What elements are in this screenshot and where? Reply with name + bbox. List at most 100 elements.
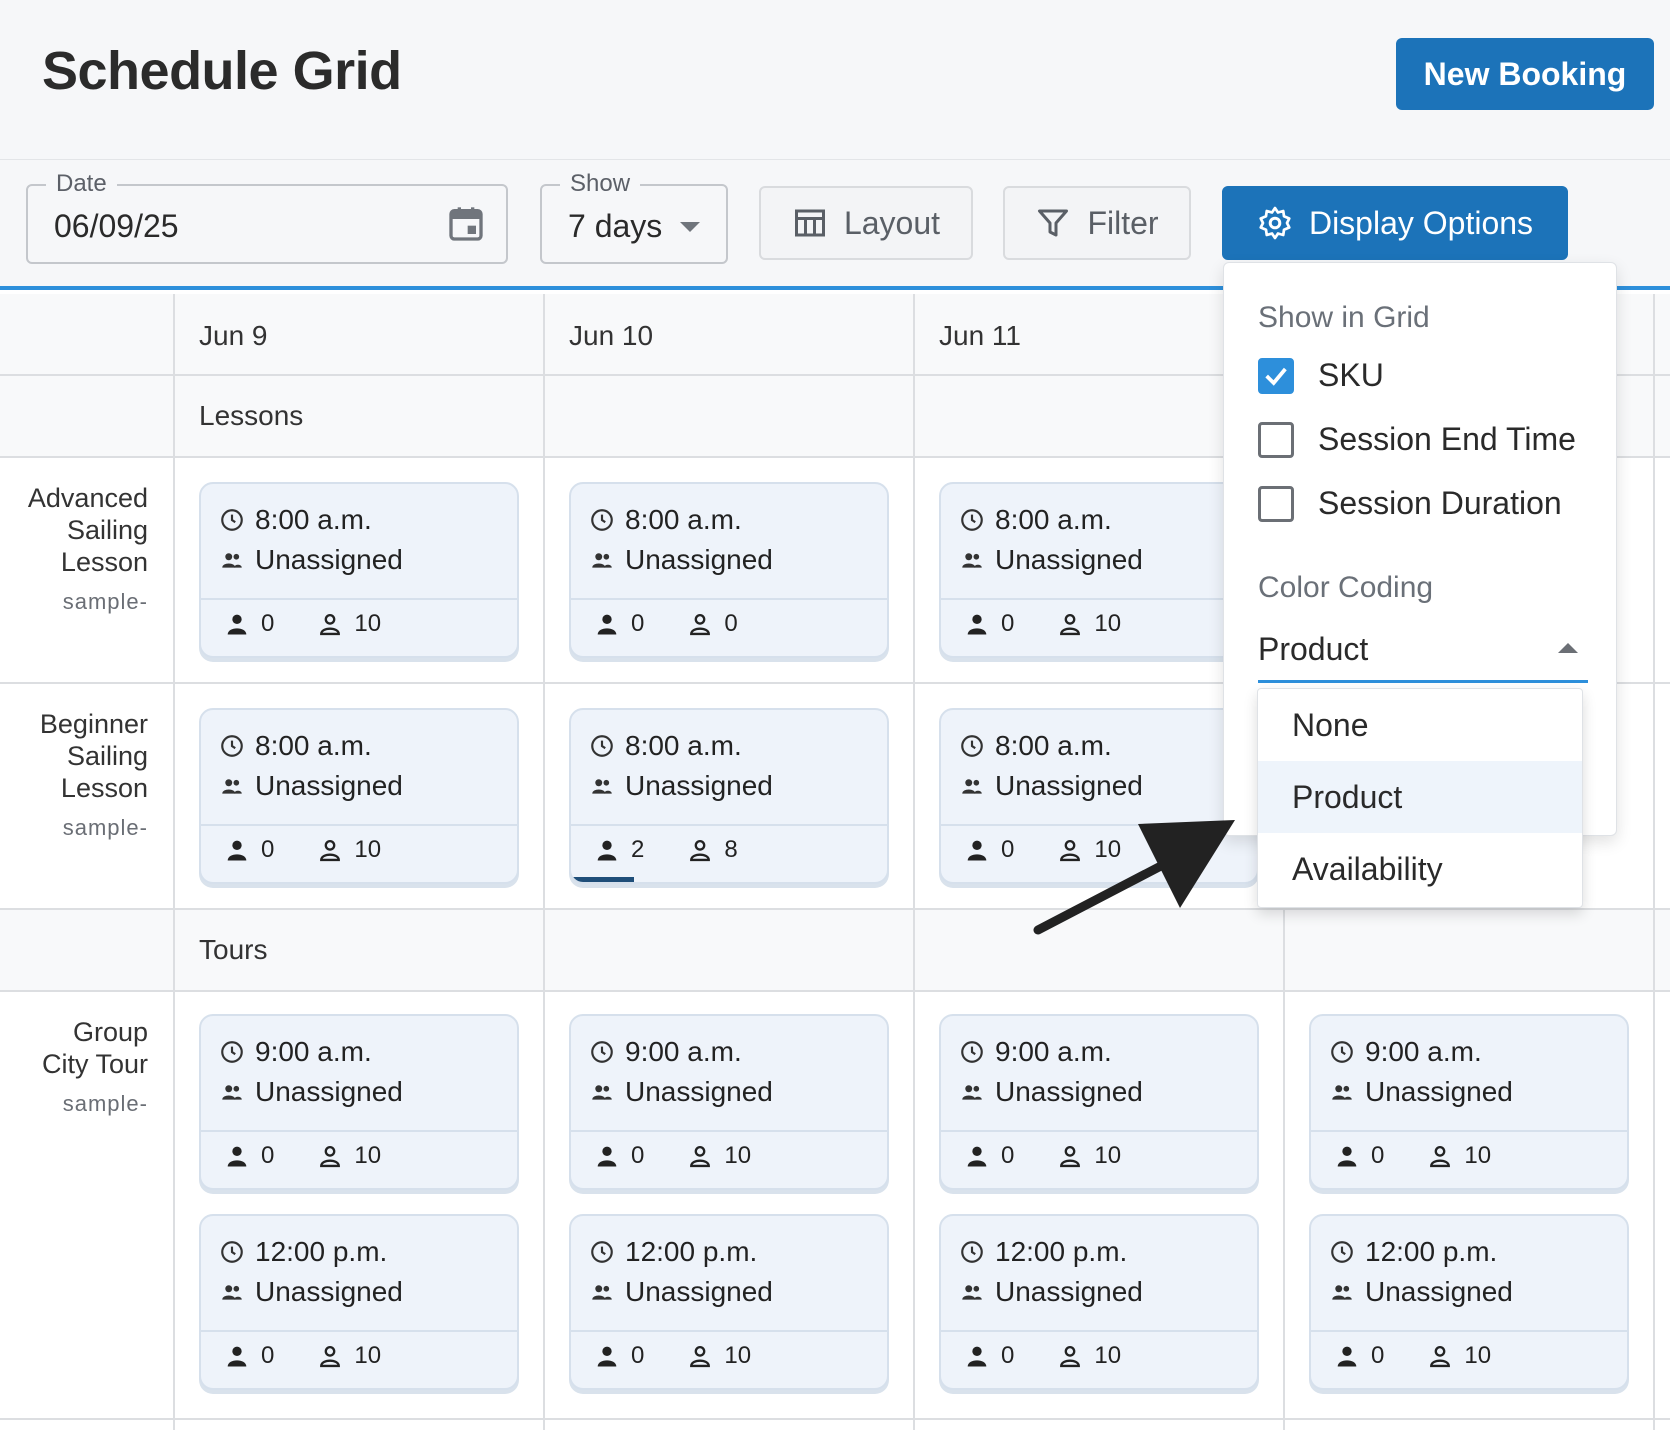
booked-count: 0 [1371, 1142, 1385, 1169]
clock-icon [961, 509, 983, 531]
date-field[interactable]: Date 06/09/25 [26, 170, 508, 264]
session-time: 8:00 a.m. [219, 504, 372, 536]
session-staff-text: Unassigned [1365, 1276, 1513, 1307]
capacity-row: 0 10 [1333, 1342, 1491, 1370]
card-divider [1311, 1330, 1627, 1332]
session-card[interactable]: 12:00 p.m. Unassigned 0 10 [939, 1214, 1259, 1390]
booked-count: 0 [1371, 1342, 1385, 1369]
color-coding-value: Product [1258, 631, 1369, 667]
session-card[interactable]: 9:00 a.m. Unassigned 0 10 [1309, 1014, 1629, 1190]
calendar-icon[interactable] [446, 204, 486, 244]
page-header: Schedule Grid New Booking [0, 0, 1670, 160]
display-options-button[interactable]: Display Options [1222, 186, 1568, 260]
sku-checkbox[interactable]: SKU [1258, 357, 1384, 394]
row-name-line: City Tour [41, 1049, 148, 1079]
group-icon [592, 779, 612, 794]
person-outline-icon [320, 613, 341, 636]
card-divider [201, 1130, 517, 1132]
new-booking-button[interactable]: New Booking [1396, 38, 1654, 110]
chevron-up-icon [1558, 643, 1578, 653]
filter-button[interactable]: Filter [1003, 186, 1191, 260]
session-time-text: 8:00 a.m. [255, 730, 372, 761]
color-coding-select[interactable]: Product [1258, 631, 1588, 683]
card-divider [201, 1330, 517, 1332]
available-count: 10 [724, 1142, 752, 1169]
session-card[interactable]: 8:00 a.m. Unassigned 0 0 [569, 482, 889, 658]
layout-button[interactable]: Layout [759, 186, 973, 260]
session-card[interactable]: 12:00 p.m. Unassigned 0 10 [569, 1214, 889, 1390]
checkbox-checked[interactable] [1258, 357, 1294, 394]
clock-icon [221, 735, 243, 757]
session-time: 8:00 a.m. [959, 730, 1112, 762]
session-end-time-checkbox[interactable]: Session End Time [1258, 421, 1576, 458]
session-staff: Unassigned [219, 770, 403, 802]
session-card[interactable]: 9:00 a.m. Unassigned 0 10 [199, 1014, 519, 1190]
session-card[interactable]: 9:00 a.m. Unassigned 0 10 [569, 1014, 889, 1190]
capacity-row: 0 10 [963, 610, 1121, 638]
checkbox-unchecked[interactable] [1258, 485, 1294, 522]
booked-count: 0 [261, 836, 275, 863]
session-staff-text: Unassigned [625, 544, 773, 575]
session-staff: Unassigned [219, 1276, 403, 1308]
group-row-tours: Tours [0, 910, 1670, 992]
booked-count: 0 [631, 610, 645, 637]
session-staff: Unassigned [589, 770, 773, 802]
capacity-row: 0 10 [963, 1142, 1121, 1170]
grid-line [0, 990, 1670, 992]
capacity-row: 0 10 [223, 610, 381, 638]
option-product[interactable]: Product [1258, 761, 1582, 833]
session-duration-checkbox[interactable]: Session Duration [1258, 485, 1562, 522]
row-label-group-city-tour[interactable]: Group City Tour sample- [0, 1016, 148, 1120]
clock-icon [961, 1041, 983, 1063]
group-label: Lessons [199, 400, 304, 431]
row-label-beginner-sailing[interactable]: Beginner Sailing Lesson sample- [0, 708, 148, 844]
session-time-text: 9:00 a.m. [995, 1036, 1112, 1067]
session-time: 8:00 a.m. [589, 504, 742, 536]
person-outline-icon [1060, 1145, 1081, 1168]
session-staff: Unassigned [1329, 1276, 1513, 1308]
booked-count: 0 [1001, 1142, 1015, 1169]
session-end-time-label: Session End Time [1318, 421, 1576, 457]
booked-count: 0 [261, 610, 275, 637]
card-divider [1311, 1130, 1627, 1132]
session-card[interactable]: 8:00 a.m. Unassigned 0 10 [199, 708, 519, 884]
option-availability[interactable]: Availability [1258, 833, 1582, 905]
session-time-text: 9:00 a.m. [625, 1036, 742, 1067]
group-icon [592, 553, 612, 568]
date-value[interactable]: 06/09/25 [54, 208, 179, 245]
session-time: 12:00 p.m. [959, 1236, 1127, 1268]
session-time: 9:00 a.m. [219, 1036, 372, 1068]
session-staff-text: Unassigned [995, 770, 1143, 801]
session-staff: Unassigned [589, 544, 773, 576]
checkbox-unchecked[interactable] [1258, 421, 1294, 458]
person-outline-icon [690, 1145, 711, 1168]
row-label-advanced-sailing[interactable]: Advanced Sailing Lesson sample- [0, 482, 148, 618]
session-card[interactable]: 8:00 a.m. Unassigned 0 10 [939, 482, 1259, 658]
session-card[interactable]: 12:00 p.m. Unassigned 0 10 [199, 1214, 519, 1390]
session-card[interactable]: 8:00 a.m. Unassigned 2 8 [569, 708, 889, 884]
session-card[interactable]: 12:00 p.m. Unassigned 0 10 [1309, 1214, 1629, 1390]
option-none[interactable]: None [1258, 689, 1582, 761]
person-icon [227, 840, 247, 861]
session-staff: Unassigned [219, 544, 403, 576]
session-card[interactable]: 9:00 a.m. Unassigned 0 10 [939, 1014, 1259, 1190]
session-time-text: 8:00 a.m. [995, 504, 1112, 535]
check-icon [1265, 367, 1287, 386]
person-icon [967, 614, 987, 635]
session-card[interactable]: 8:00 a.m. Unassigned 0 10 [199, 482, 519, 658]
grid-line [543, 294, 545, 1430]
person-outline-icon [690, 839, 711, 862]
capacity-row: 0 10 [223, 1342, 381, 1370]
show-value: 7 days [568, 208, 663, 244]
booked-count: 0 [261, 1142, 275, 1169]
session-staff-text: Unassigned [995, 1276, 1143, 1307]
show-days-select[interactable]: Show 7 days [540, 170, 728, 264]
person-icon [967, 1346, 987, 1367]
row-sku: sample- [62, 815, 148, 840]
capacity-row: 0 10 [223, 1142, 381, 1170]
available-count: 10 [1464, 1342, 1492, 1369]
session-time: 8:00 a.m. [959, 504, 1112, 536]
session-staff: Unassigned [1329, 1076, 1513, 1108]
card-divider [571, 1130, 887, 1132]
session-staff: Unassigned [589, 1076, 773, 1108]
